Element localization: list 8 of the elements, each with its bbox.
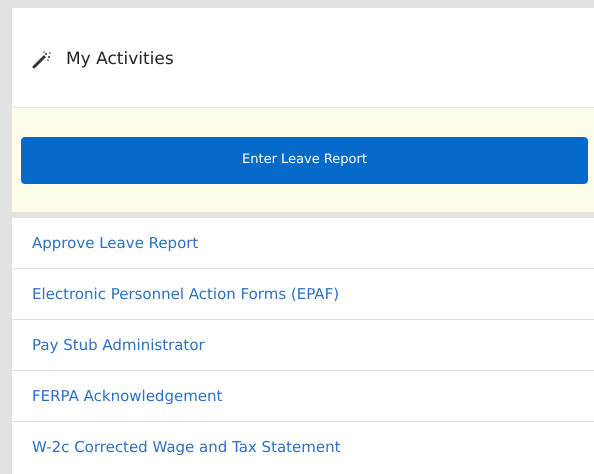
activity-link[interactable]: Pay Stub Administrator <box>32 334 205 356</box>
panel-title: My Activities <box>66 48 174 71</box>
activity-link[interactable]: Approve Leave Report <box>32 232 198 254</box>
magic-wand-icon <box>32 50 52 68</box>
activity-link[interactable]: Electronic Personnel Action Forms (EPAF) <box>32 282 340 306</box>
activity-link[interactable]: FERPA Acknowledgement <box>32 384 222 408</box>
activity-link[interactable]: W-2c Corrected Wage and Tax Statement <box>32 436 340 459</box>
enter-leave-report-button[interactable]: Enter Leave Report <box>21 136 588 184</box>
